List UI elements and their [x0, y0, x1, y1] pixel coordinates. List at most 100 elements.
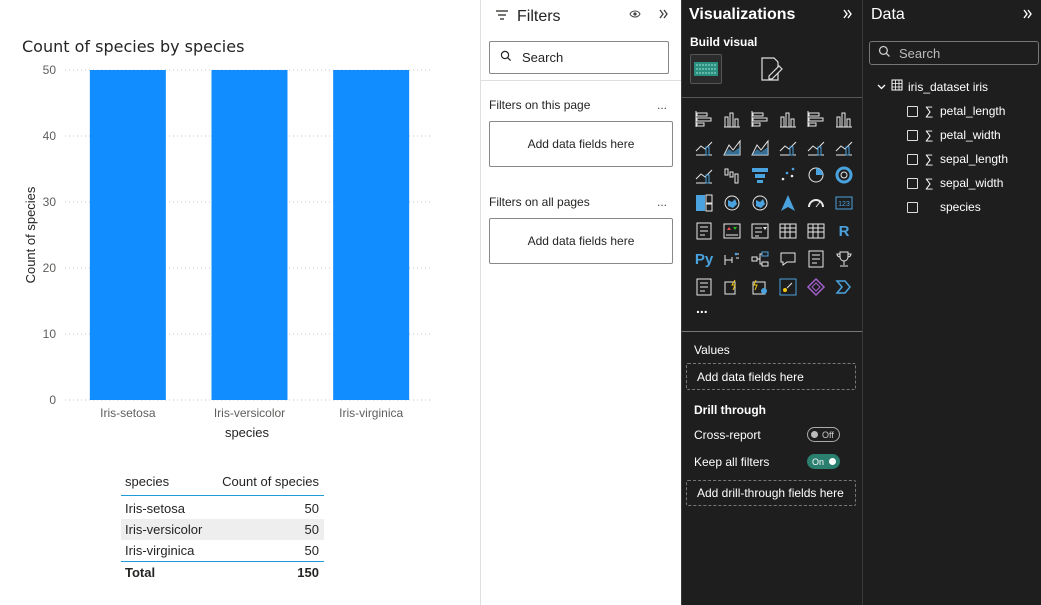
values-well[interactable]: Add data fields here — [686, 363, 856, 390]
scatter-icon[interactable] — [774, 161, 802, 189]
report-canvas: 0 10 20 30 40 50 Iris-setosa Iris-versicolor Iri… — [0, 0, 480, 605]
line-stacked-column-icon[interactable] — [830, 133, 858, 161]
table-grid-icon — [891, 79, 903, 94]
field-checkbox[interactable] — [907, 177, 918, 189]
y-tick-label: 10 — [43, 327, 57, 341]
field-item-species[interactable]: species — [907, 200, 981, 214]
funnel-icon[interactable] — [746, 161, 774, 189]
gauge-icon[interactable] — [802, 189, 830, 217]
all-pages-filter-well[interactable]: Add data fields here — [489, 218, 673, 264]
field-checkbox[interactable] — [907, 129, 918, 141]
divider — [682, 331, 862, 332]
page-filter-well[interactable]: Add data fields here — [489, 121, 673, 167]
card-icon[interactable]: 123 — [830, 189, 858, 217]
eye-icon[interactable] — [629, 9, 641, 22]
power-automate-icon[interactable] — [746, 273, 774, 301]
field-item-petal-width[interactable]: ∑ petal_width — [907, 128, 1001, 142]
area-chart-icon[interactable] — [718, 133, 746, 161]
line-chart-icon[interactable] — [690, 133, 718, 161]
treemap-icon[interactable] — [690, 189, 718, 217]
more-visuals-icon[interactable]: ... — [696, 300, 708, 316]
table-cell-count: 50 — [304, 543, 319, 558]
data-search-input[interactable]: Search — [869, 41, 1039, 65]
chevron-visual-icon[interactable] — [830, 273, 858, 301]
filter-search-input[interactable]: Search — [489, 41, 669, 74]
table-cell-species: Iris-versicolor — [125, 522, 203, 537]
python-visual-icon[interactable]: Py — [690, 245, 718, 273]
ribbon-chart-icon[interactable] — [774, 133, 802, 161]
paginated-report-icon[interactable] — [690, 273, 718, 301]
bar-chart[interactable]: 0 10 20 30 40 50 Iris-setosa Iris-versicolor Iri… — [0, 0, 480, 460]
100-stacked-column-icon[interactable] — [830, 105, 858, 133]
collapse-visualizations-icon[interactable] — [843, 6, 853, 22]
bar[interactable] — [89, 70, 166, 400]
table-header-species[interactable]: species — [121, 474, 214, 489]
field-checkbox[interactable] — [907, 201, 918, 213]
field-checkbox[interactable] — [907, 153, 918, 165]
slicer-icon[interactable] — [746, 217, 774, 245]
qa-icon[interactable] — [774, 245, 802, 273]
stacked-area-icon[interactable] — [746, 133, 774, 161]
goals-icon[interactable] — [830, 245, 858, 273]
multi-row-card-icon[interactable] — [690, 217, 718, 245]
power-apps-icon[interactable] — [718, 273, 746, 301]
x-tick-label: Iris-setosa — [100, 406, 156, 420]
field-checkbox[interactable] — [907, 105, 918, 117]
table-row[interactable]: Iris-virginica 50 — [121, 540, 324, 561]
field-item-petal-length[interactable]: ∑ petal_length — [907, 104, 1005, 118]
stacked-column-icon[interactable] — [718, 105, 746, 133]
table-row[interactable]: Iris-versicolor 50 — [121, 519, 324, 540]
pie-chart-icon[interactable] — [802, 161, 830, 189]
donut-chart-icon[interactable] — [830, 161, 858, 189]
filters-on-all-pages-title: Filters on all pages — [489, 195, 590, 209]
bar[interactable] — [333, 70, 410, 400]
r-visual-icon[interactable]: R — [830, 217, 858, 245]
divider — [682, 97, 862, 98]
table-row[interactable]: Iris-setosa 50 — [121, 498, 324, 519]
narrative-icon[interactable] — [802, 245, 830, 273]
bar[interactable] — [211, 70, 288, 400]
table-visual[interactable]: species Count of species Iris-setosa 50 … — [121, 468, 324, 583]
matrix-icon[interactable] — [802, 217, 830, 245]
keep-all-filters-toggle[interactable]: On — [807, 454, 840, 469]
filters-header: Filters — [495, 7, 561, 27]
filters-on-this-page-title: Filters on this page — [489, 98, 591, 112]
table-total-row: Total 150 — [121, 561, 324, 583]
table-node[interactable]: iris_dataset iris — [877, 79, 988, 94]
map-icon[interactable] — [718, 189, 746, 217]
y-tick-label: 30 — [43, 195, 57, 209]
decomposition-tree-icon[interactable] — [746, 245, 774, 273]
kpi-icon[interactable] — [718, 217, 746, 245]
chevron-down-icon[interactable] — [877, 80, 886, 94]
arcgis-icon[interactable] — [774, 273, 802, 301]
waterfall-icon[interactable] — [718, 161, 746, 189]
y-tick-label: 20 — [43, 261, 57, 275]
line-and-column-icon[interactable] — [690, 161, 718, 189]
table-icon[interactable] — [774, 217, 802, 245]
build-visual-icon[interactable] — [690, 54, 722, 84]
field-item-sepal-length[interactable]: ∑ sepal_length — [907, 152, 1008, 166]
drill-through-well[interactable]: Add drill-through fields here — [686, 480, 856, 506]
filter-icon — [495, 8, 509, 26]
sum-icon: ∑ — [924, 152, 934, 166]
data-pane: Data Search iris_dataset iris ∑ petal_le… — [862, 0, 1041, 605]
diamond-visual-icon[interactable] — [802, 273, 830, 301]
table-header-count[interactable]: Count of species — [214, 474, 324, 489]
key-influencers-icon[interactable] — [718, 245, 746, 273]
collapse-data-icon[interactable] — [1023, 6, 1033, 22]
more-options-icon[interactable]: ... — [657, 98, 667, 112]
cross-report-toggle[interactable]: Off — [807, 427, 840, 442]
100-stacked-bar-icon[interactable] — [802, 105, 830, 133]
field-item-sepal-width[interactable]: ∑ sepal_width — [907, 176, 1003, 190]
filled-map-icon[interactable] — [746, 189, 774, 217]
format-visual-icon[interactable] — [757, 55, 785, 83]
stacked-bar-icon[interactable] — [690, 105, 718, 133]
y-tick-label: 0 — [49, 393, 56, 407]
azure-map-icon[interactable] — [774, 189, 802, 217]
line-clustered-column-icon[interactable] — [802, 133, 830, 161]
collapse-filters-icon[interactable] — [659, 6, 669, 22]
clustered-bar-icon[interactable] — [746, 105, 774, 133]
more-options-icon[interactable]: ... — [657, 195, 667, 209]
field-name: species — [940, 200, 981, 214]
clustered-column-icon[interactable] — [774, 105, 802, 133]
